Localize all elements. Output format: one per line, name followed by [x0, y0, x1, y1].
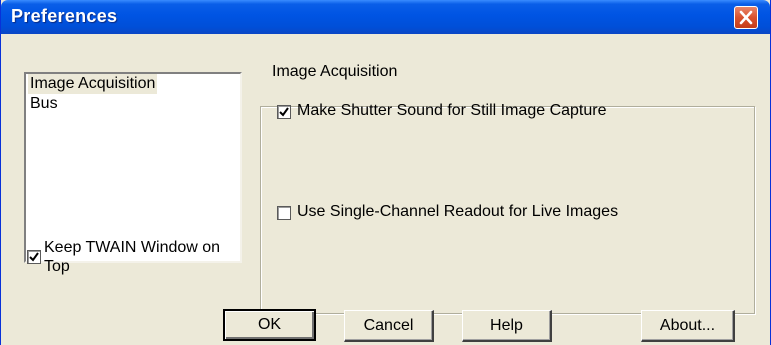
group-title: Image Acquisition	[269, 63, 401, 81]
category-listbox[interactable]: Image Acquisition Bus	[24, 72, 242, 263]
list-item-image-acquisition[interactable]: Image Acquisition	[28, 74, 158, 94]
close-button[interactable]	[734, 6, 758, 29]
shutter-sound-label: Make Shutter Sound for Still Image Captu…	[297, 102, 607, 119]
help-button[interactable]: Help	[462, 310, 552, 342]
preferences-dialog: Preferences Image Acquisition Bus Keep T…	[0, 0, 771, 345]
dialog-body: Image Acquisition Bus Keep TWAIN Window …	[1, 34, 770, 345]
keep-on-top-checkbox[interactable]	[27, 250, 41, 264]
checkmark-icon	[29, 252, 39, 262]
keep-on-top-label-line1: Keep TWAIN Window on	[44, 239, 221, 256]
close-icon	[739, 10, 753, 25]
window-title: Preferences	[11, 6, 118, 26]
checkmark-icon	[279, 107, 289, 117]
list-item-bus[interactable]: Bus	[28, 94, 60, 114]
single-channel-checkbox[interactable]	[277, 206, 291, 220]
single-channel-label: Use Single-Channel Readout for Live Imag…	[297, 203, 619, 220]
cancel-button[interactable]: Cancel	[344, 310, 434, 342]
about-button[interactable]: About...	[641, 310, 735, 342]
keep-on-top-label-line2: Top	[44, 258, 70, 275]
shutter-sound-checkbox[interactable]	[277, 105, 291, 119]
ok-button[interactable]: OK	[223, 309, 316, 341]
title-bar[interactable]: Preferences	[1, 0, 770, 34]
